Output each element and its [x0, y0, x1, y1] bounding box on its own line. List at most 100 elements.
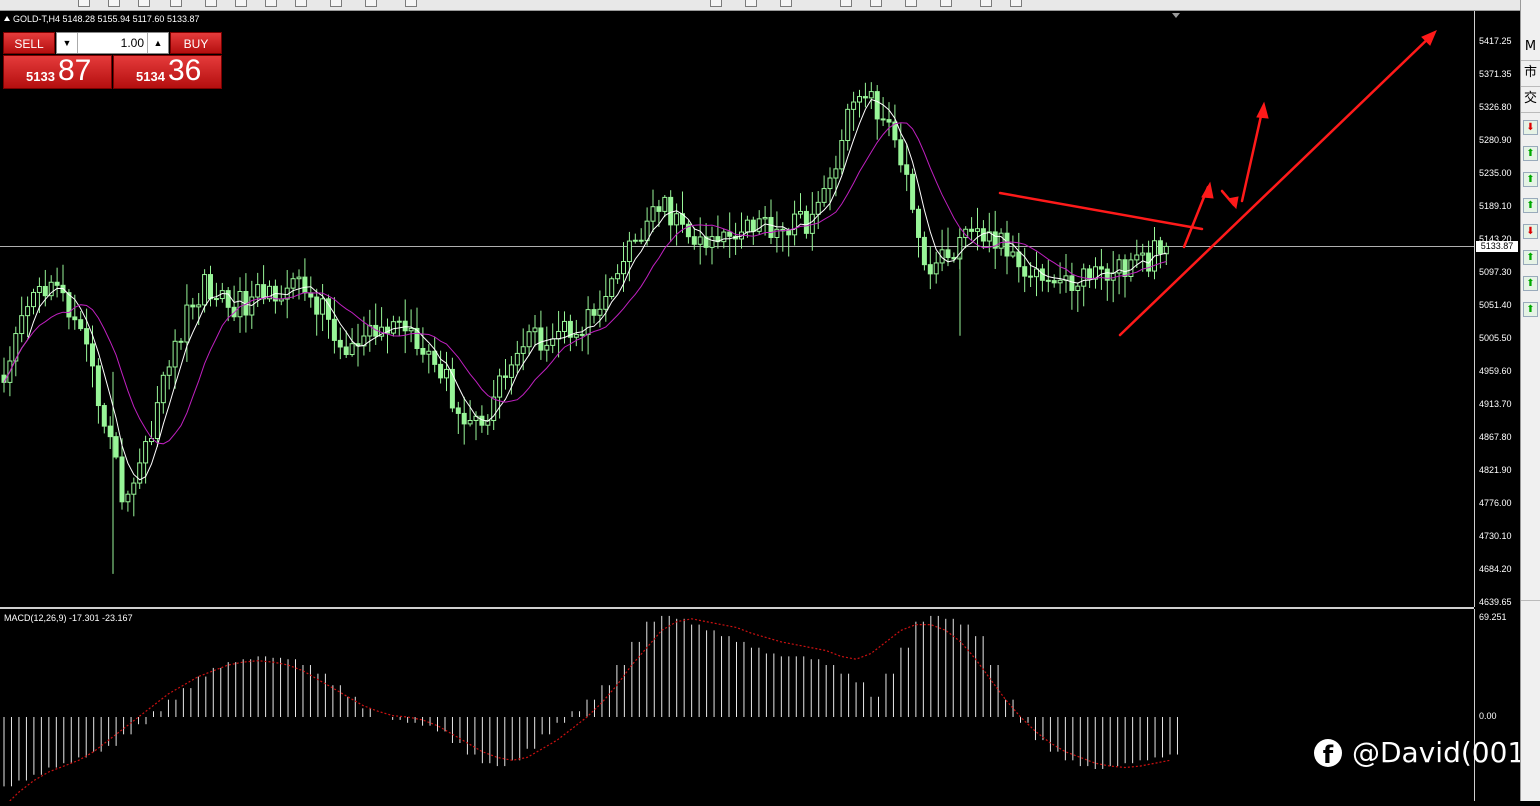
price-tick-label: 5189.10	[1479, 201, 1512, 211]
candle-body	[721, 231, 727, 243]
toolbar-button[interactable]	[295, 0, 307, 7]
projection-arrowhead-3-icon	[1256, 101, 1269, 119]
candle-body	[1022, 266, 1028, 277]
sell-price-button[interactable]: 5133 87	[3, 54, 112, 89]
toolbar-button[interactable]	[108, 0, 120, 7]
candle-body	[821, 188, 827, 203]
volume-down-icon[interactable]: ▼	[57, 33, 78, 53]
candle-body	[444, 368, 449, 379]
price-tick-label: 4913.70	[1479, 399, 1512, 409]
sell-button[interactable]: SELL	[3, 32, 55, 54]
toolbar-button[interactable]	[1010, 0, 1022, 7]
up-arrow-icon[interactable]: ⬆	[1523, 198, 1538, 213]
toolbar-button[interactable]	[870, 0, 882, 7]
candle-body	[25, 306, 31, 317]
candle-body	[862, 96, 868, 99]
up-arrow-icon[interactable]: ⬆	[1523, 250, 1538, 265]
candle-body	[255, 284, 261, 298]
candle-body	[1087, 268, 1093, 280]
candle-body	[290, 278, 296, 289]
macd-indicator[interactable]	[0, 609, 1474, 806]
candle-body	[455, 407, 461, 414]
toolbar-button[interactable]	[840, 0, 852, 7]
candle-body	[880, 118, 886, 121]
candle-body	[1122, 259, 1128, 277]
candle-body	[514, 352, 520, 366]
projection-arrowhead-1-icon	[1201, 181, 1214, 199]
toolbar-button[interactable]	[265, 0, 277, 7]
price-tick-label: 5371.35	[1479, 69, 1512, 79]
candle-body	[1163, 245, 1169, 255]
candle-body	[626, 240, 632, 263]
projection-arrowhead-2-icon	[1227, 196, 1239, 210]
buy-button[interactable]: BUY	[170, 32, 222, 54]
candle-body	[904, 164, 910, 175]
toolbar-button[interactable]	[205, 0, 217, 7]
price-chart-svg	[0, 13, 1474, 574]
candle-body	[231, 306, 237, 318]
price-tick-label: 5005.50	[1479, 333, 1512, 343]
toolbar-button[interactable]	[365, 0, 377, 7]
up-arrow-icon[interactable]: ⬆	[1523, 302, 1538, 317]
down-arrow-icon[interactable]: ⬇	[1523, 224, 1538, 239]
candle-body	[1051, 280, 1057, 284]
candle-body	[638, 239, 644, 242]
candle-body	[396, 320, 402, 323]
volume-input[interactable]: 1.00	[79, 33, 146, 53]
panel-tab-label[interactable]: M	[1522, 38, 1539, 55]
candle-body	[84, 328, 90, 345]
fast-moving-average-line	[3, 98, 1167, 481]
candle-body	[1069, 275, 1075, 291]
candle-body	[662, 196, 668, 212]
toolbar-button[interactable]	[905, 0, 917, 7]
candle-body	[1016, 251, 1022, 268]
down-arrow-icon[interactable]: ⬇	[1523, 120, 1538, 135]
toolbar-button[interactable]	[405, 0, 417, 7]
macd-axis: 69.251 0.00	[1474, 609, 1521, 801]
candle-body	[786, 230, 792, 236]
candle-body	[426, 350, 432, 355]
buy-price-button[interactable]: 5134 36	[113, 54, 222, 89]
slow-moving-average-line	[3, 122, 1167, 445]
collapse-triangle-icon[interactable]	[4, 16, 10, 21]
macd-tick-label: 0.00	[1479, 711, 1497, 721]
up-arrow-icon[interactable]: ⬆	[1523, 172, 1538, 187]
price-tick-label: 4684.20	[1479, 564, 1512, 574]
candle-body	[131, 482, 137, 495]
toolbar-button[interactable]	[235, 0, 247, 7]
toolbar-button[interactable]	[780, 0, 792, 7]
panel-tab-label[interactable]: 交	[1522, 90, 1539, 107]
candle-body	[585, 309, 591, 335]
toolbar-button[interactable]	[138, 0, 150, 7]
toolbar-button[interactable]	[78, 0, 90, 7]
toolbar-button[interactable]	[980, 0, 992, 7]
candle-body	[237, 290, 243, 318]
toolbar-button[interactable]	[745, 0, 757, 7]
candle-body	[337, 339, 343, 348]
candle-body	[408, 327, 414, 332]
candle-body	[461, 412, 467, 425]
candle-body	[916, 208, 921, 238]
sell-price-small: 5133	[26, 69, 55, 84]
volume-up-icon[interactable]: ▲	[147, 33, 168, 53]
support-trend-line	[1118, 31, 1436, 337]
toolbar-button[interactable]	[940, 0, 952, 7]
candle-body	[1045, 279, 1051, 282]
volume-field[interactable]: ▼ 1.00 ▲	[56, 32, 169, 54]
candle-body	[597, 308, 603, 316]
candle-body	[833, 168, 839, 179]
price-chart[interactable]	[0, 11, 1474, 607]
toolbar-button[interactable]	[330, 0, 342, 7]
candle-body	[556, 330, 562, 340]
up-arrow-icon[interactable]: ⬆	[1523, 146, 1538, 161]
candle-body	[874, 91, 880, 120]
candle-body	[910, 173, 916, 210]
candle-body	[1134, 254, 1140, 261]
current-price-tag: 5133.87	[1476, 241, 1518, 253]
up-arrow-icon[interactable]: ⬆	[1523, 276, 1538, 291]
candle-body	[591, 309, 597, 316]
panel-divider	[1521, 86, 1540, 87]
toolbar-button[interactable]	[710, 0, 722, 7]
toolbar-button[interactable]	[170, 0, 182, 7]
panel-tab-label[interactable]: 市	[1522, 64, 1539, 81]
